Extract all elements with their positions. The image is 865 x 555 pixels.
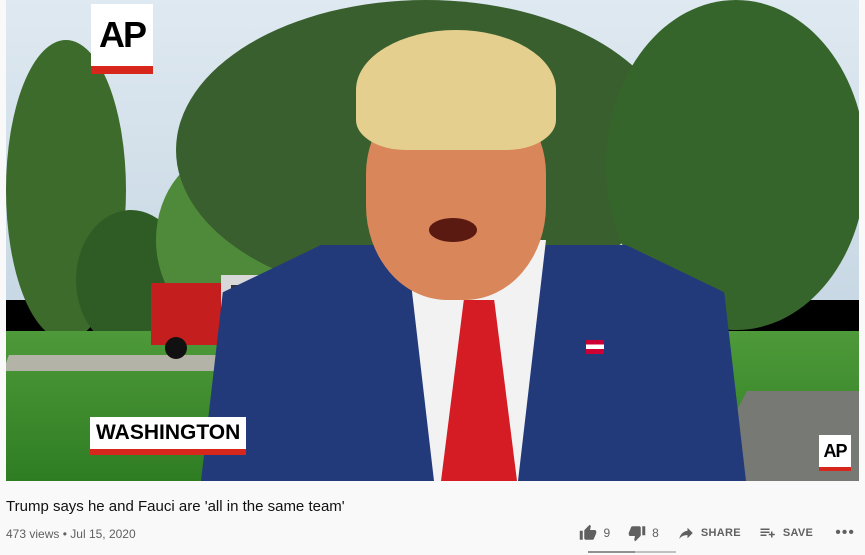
dislike-count: 8	[652, 526, 659, 540]
action-bar: 9 8 SHARE SAVE •••	[561, 524, 855, 542]
like-count: 9	[603, 526, 611, 540]
video-title: Trump says he and Fauci are 'all in the …	[6, 498, 345, 515]
share-label: SHARE	[700, 527, 741, 539]
location-caption: WASHINGTON	[90, 417, 247, 455]
view-count: 473 views	[6, 527, 60, 541]
more-actions-button[interactable]: •••	[835, 524, 855, 542]
upload-date: Jul 15, 2020	[70, 527, 136, 541]
like-button[interactable]: 9	[579, 524, 610, 542]
flag-pin	[586, 340, 604, 354]
meta-separator: •	[62, 527, 67, 541]
speaker	[201, 30, 746, 481]
dislike-button[interactable]: 8	[628, 524, 659, 542]
thumbs-up-icon	[580, 524, 597, 540]
sentiment-bar	[588, 551, 676, 553]
share-button[interactable]: SHARE	[677, 524, 741, 542]
thumbs-down-icon	[628, 526, 646, 542]
sentiment-bar-fill	[588, 551, 635, 553]
ap-logo: AP	[91, 4, 153, 74]
save-label: SAVE	[782, 527, 814, 539]
ap-watermark: AP	[819, 435, 851, 471]
video-player[interactable]: AP WASHINGTON AP	[6, 0, 859, 481]
share-icon	[679, 527, 693, 539]
playlist-add-icon	[760, 528, 775, 538]
video-meta: 473 views • Jul 15, 2020	[6, 527, 136, 541]
save-button[interactable]: SAVE	[759, 524, 813, 542]
